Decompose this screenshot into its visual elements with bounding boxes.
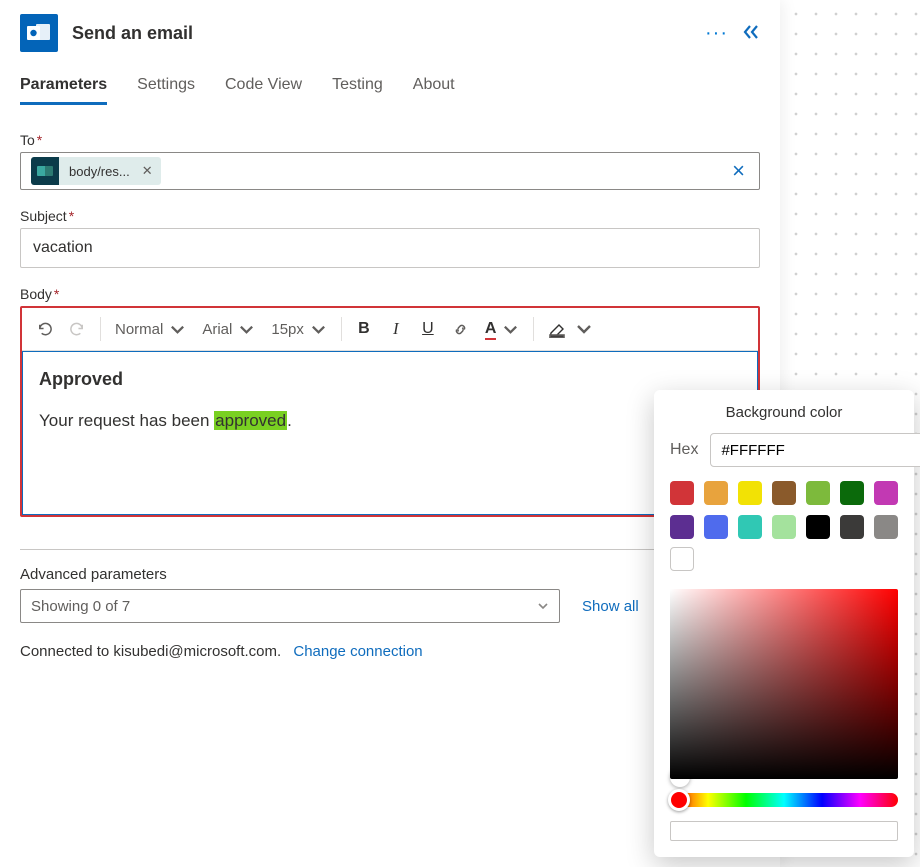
body-highlighted: approved (214, 411, 287, 430)
field-to: To* body/res... ✕ × (20, 132, 760, 190)
link-button[interactable] (446, 314, 475, 344)
token-remove-icon[interactable]: ✕ (142, 163, 153, 179)
subject-input-wrapper (20, 228, 760, 268)
outlook-icon (20, 14, 58, 52)
subject-input[interactable] (31, 233, 749, 263)
tab-parameters[interactable]: Parameters (20, 76, 107, 105)
to-input[interactable]: body/res... ✕ × (20, 152, 760, 190)
color-swatch[interactable] (806, 481, 830, 505)
label-subject-text: Subject (20, 208, 67, 224)
label-body-text: Body (20, 286, 52, 302)
paragraph-format-select[interactable]: Normal (109, 314, 192, 344)
color-swatch[interactable] (670, 481, 694, 505)
underline-button[interactable]: U (414, 314, 442, 344)
color-swatch[interactable] (874, 481, 898, 505)
body-heading: Approved (39, 366, 741, 394)
font-value: Arial (202, 321, 232, 338)
field-subject: Subject* (20, 208, 760, 268)
tab-testing[interactable]: Testing (332, 76, 383, 105)
advanced-select-text: Showing 0 of 7 (31, 598, 130, 615)
label-body: Body* (20, 286, 760, 302)
hue-slider[interactable] (670, 793, 898, 807)
gradient-area (670, 589, 898, 779)
token-label: body/res... (69, 164, 130, 179)
body-paragraph: Your request has been approved. (39, 408, 741, 434)
connection-text: Connected to kisubedi@microsoft.com. (20, 643, 281, 660)
rich-text-toolbar: Normal Arial 15px B I U A (22, 308, 758, 351)
required-indicator: * (54, 286, 59, 302)
redo-button[interactable] (63, 314, 92, 344)
toolbar-separator (341, 317, 342, 341)
collapse-panel-button[interactable] (742, 24, 760, 43)
dynamic-content-token[interactable]: body/res... ✕ (31, 157, 161, 185)
color-swatch[interactable] (874, 515, 898, 539)
body-editor-container: Normal Arial 15px B I U A Approved Your … (20, 306, 760, 517)
section-divider (20, 549, 760, 550)
field-body: Body* Normal Arial 15px B I U A (20, 286, 760, 517)
background-color-popover: Background color Hex (654, 390, 914, 857)
bold-button[interactable]: B (350, 314, 378, 344)
hex-input[interactable] (710, 433, 920, 467)
font-family-select[interactable]: Arial (196, 314, 261, 344)
color-swatch[interactable] (704, 481, 728, 505)
highlight-color-button[interactable] (542, 314, 600, 344)
advanced-parameters-label: Advanced parameters (20, 566, 760, 583)
font-size-select[interactable]: 15px (265, 314, 333, 344)
font-color-button[interactable]: A (479, 314, 526, 344)
advanced-parameters-row: Showing 0 of 7 Show all (20, 589, 760, 623)
panel-title: Send an email (72, 23, 691, 44)
show-all-link[interactable]: Show all (582, 598, 639, 615)
no-color-swatch[interactable] (670, 547, 694, 571)
color-swatches (670, 481, 898, 539)
more-menu-button[interactable]: ··· (705, 23, 728, 43)
tab-about[interactable]: About (413, 76, 455, 105)
color-swatch[interactable] (670, 515, 694, 539)
tab-settings[interactable]: Settings (137, 76, 195, 105)
body-text-before: Your request has been (39, 411, 214, 430)
color-swatch[interactable] (772, 515, 796, 539)
body-text-after: . (287, 411, 292, 430)
color-swatch[interactable] (704, 515, 728, 539)
popover-title: Background color (670, 404, 898, 421)
hue-thumb[interactable] (668, 789, 690, 811)
alpha-slider[interactable] (670, 821, 898, 841)
color-swatch[interactable] (806, 515, 830, 539)
color-swatch[interactable] (840, 481, 864, 505)
label-to: To* (20, 132, 760, 148)
tabs: Parameters Settings Code View Testing Ab… (20, 76, 760, 106)
token-icon (31, 157, 59, 185)
label-subject: Subject* (20, 208, 760, 224)
saturation-value-picker[interactable] (670, 589, 898, 779)
italic-button[interactable]: I (382, 314, 410, 344)
tab-code-view[interactable]: Code View (225, 76, 302, 105)
toolbar-separator (533, 317, 534, 341)
color-swatch[interactable] (840, 515, 864, 539)
undo-button[interactable] (30, 314, 59, 344)
panel-header: Send an email ··· (20, 14, 760, 52)
toolbar-separator (100, 317, 101, 341)
hex-row: Hex (670, 433, 898, 467)
connection-info: Connected to kisubedi@microsoft.com. Cha… (20, 643, 760, 660)
color-swatch[interactable] (772, 481, 796, 505)
required-indicator: * (37, 132, 42, 148)
color-swatch[interactable] (738, 481, 762, 505)
size-value: 15px (271, 321, 304, 338)
label-to-text: To (20, 132, 35, 148)
hex-label: Hex (670, 441, 698, 459)
change-connection-link[interactable]: Change connection (293, 643, 422, 660)
chevron-down-icon (537, 600, 549, 612)
color-swatch[interactable] (738, 515, 762, 539)
format-value: Normal (115, 321, 163, 338)
clear-input-icon[interactable]: × (728, 158, 749, 184)
body-editor[interactable]: Approved Your request has been approved. (22, 351, 758, 515)
required-indicator: * (69, 208, 74, 224)
advanced-parameters-select[interactable]: Showing 0 of 7 (20, 589, 560, 623)
